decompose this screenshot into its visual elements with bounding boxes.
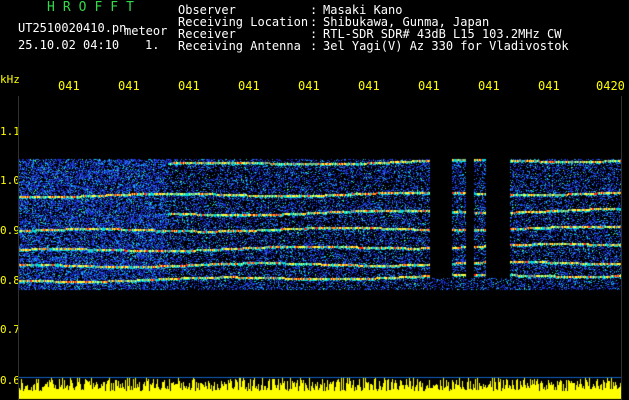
hrofft-window: HROFFT UT2510020410.pn meteor 25.10.02 0… xyxy=(0,0,629,400)
x-tick-label: 0420 xyxy=(596,79,625,93)
x-tick-label: 041 xyxy=(118,79,140,93)
y-tick-label: 0.7 xyxy=(0,323,20,336)
antenna-value: 3el Yagi(V) Az 330 for Vladivostok xyxy=(323,39,569,53)
x-tick-label: 041 xyxy=(238,79,260,93)
y-tick-label: 0.8 xyxy=(0,274,20,287)
y-tick-label: 0.9 xyxy=(0,224,20,237)
x-tick-label: 041 xyxy=(418,79,440,93)
observation-datetime: 25.10.02 04:10 xyxy=(18,38,120,52)
x-tick-label: 041 xyxy=(178,79,200,93)
app-title: HROFFT xyxy=(47,0,142,15)
x-tick-label: 041 xyxy=(58,79,80,93)
x-tick-label: 041 xyxy=(478,79,500,93)
plot-frame xyxy=(18,96,622,400)
file-name: UT2510020410.pn xyxy=(18,21,127,35)
sequence-number: 1. xyxy=(145,38,160,52)
station-info: Observer: Masaki Kano Receiving Location:… xyxy=(178,4,569,52)
info-antenna: Receiving Antenna:3el Yagi(V) Az 330 for… xyxy=(178,39,569,53)
y-tick-label: 0.6 xyxy=(0,374,20,387)
x-tick-label: 041 xyxy=(298,79,320,93)
y-tick-label: 1.0 xyxy=(0,174,20,187)
file-type-label: meteor xyxy=(124,24,168,38)
y-tick-label: 1.1 xyxy=(0,125,20,138)
x-tick-label: 041 xyxy=(538,79,560,93)
x-tick-label: 041 xyxy=(358,79,380,93)
y-axis-unit: kHz xyxy=(0,73,20,86)
